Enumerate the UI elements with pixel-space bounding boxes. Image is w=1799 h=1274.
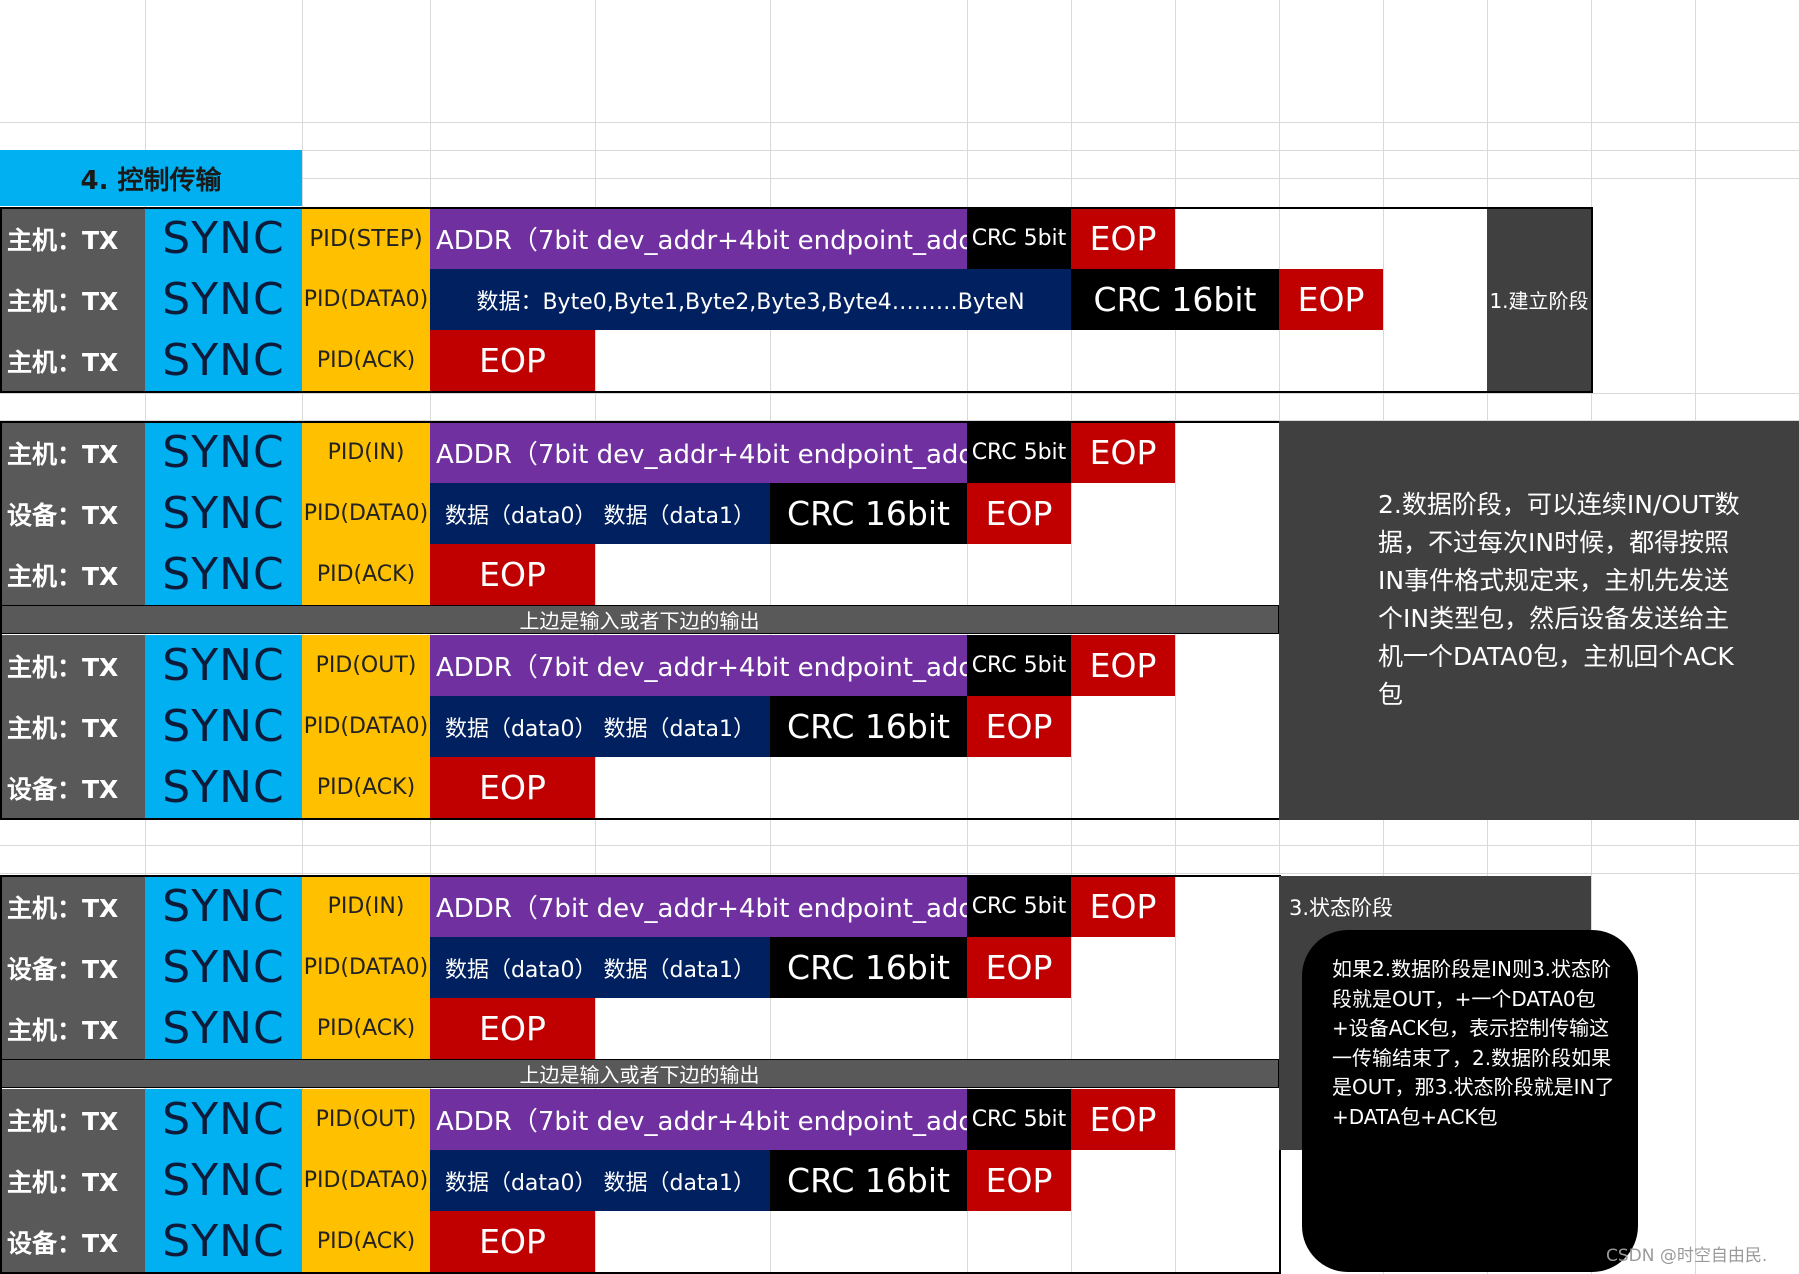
pid-field: PID(STEP) [302, 208, 430, 269]
row-role-label: 设备：TX [0, 937, 145, 998]
pid-field: PID(DATA0) [302, 696, 430, 757]
separator-row: 上边是输入或者下边的输出 [0, 605, 1279, 634]
eop-field: EOP [1071, 208, 1175, 269]
data-field: 数据（data0） 数据（data1） [430, 696, 770, 757]
page-title: 4. 控制传输 [0, 150, 302, 206]
eop-field: EOP [430, 544, 595, 605]
pid-field: PID(OUT) [302, 1089, 430, 1150]
grid-line [0, 393, 1799, 394]
crc5-field: CRC 5bit [967, 422, 1071, 483]
pid-field: PID(ACK) [302, 1211, 430, 1272]
sync-field: SYNC [145, 757, 302, 818]
pid-field: PID(DATA0) [302, 483, 430, 544]
addr-field: ADDR（7bit dev_addr+4bit endpoint_addr） [430, 208, 967, 269]
stage3-note-text: 如果2.数据阶段是IN则3.状态阶段就是OUT，+一个DATA0包+设备ACK包… [1332, 957, 1615, 1129]
sync-field: SYNC [145, 269, 302, 330]
sync-field: SYNC [145, 422, 302, 483]
eop-field: EOP [430, 998, 595, 1059]
row-role-label: 主机：TX [0, 998, 145, 1059]
row-role-label: 主机：TX [0, 544, 145, 605]
sync-field: SYNC [145, 1211, 302, 1272]
separator-row: 上边是输入或者下边的输出 [0, 1059, 1279, 1088]
row-role-label: 设备：TX [0, 1211, 145, 1272]
crc5-field: CRC 5bit [967, 635, 1071, 696]
crc16-field: CRC 16bit [770, 937, 967, 998]
crc5-field: CRC 5bit [967, 1089, 1071, 1150]
spreadsheet-canvas: 4. 控制传输 主机：TX SYNC PID(STEP) ADDR（7bit d… [0, 0, 1799, 1274]
data-field: 数据（data0） 数据（data1） [430, 1150, 770, 1211]
pid-field: PID(ACK) [302, 544, 430, 605]
pid-field: PID(DATA0) [302, 1150, 430, 1211]
watermark: CSDN @时空自由民. [1606, 1246, 1768, 1266]
crc16-field: CRC 16bit [770, 483, 967, 544]
row-role-label: 主机：TX [0, 1089, 145, 1150]
sync-field: SYNC [145, 696, 302, 757]
sync-field: SYNC [145, 937, 302, 998]
eop-field: EOP [967, 937, 1071, 998]
stage1-label: 1.建立阶段 [1487, 208, 1591, 391]
addr-field: ADDR（7bit dev_addr+4bit endpoint_addr） [430, 876, 967, 937]
row-role-label: 设备：TX [0, 483, 145, 544]
data-field: 数据：Byte0,Byte1,Byte2,Byte3,Byte4………ByteN [430, 269, 1071, 330]
grid-line [0, 873, 1799, 874]
eop-field: EOP [1279, 269, 1383, 330]
row-role-label: 主机：TX [0, 876, 145, 937]
eop-field: EOP [967, 1150, 1071, 1211]
stage2-description: 2.数据阶段，可以连续IN/OUT数据，不过每次IN时候，都得按照IN事件格式规… [1378, 490, 1740, 709]
grid-line [0, 122, 1799, 123]
eop-field: EOP [1071, 422, 1175, 483]
eop-field: EOP [1071, 1089, 1175, 1150]
crc5-field: CRC 5bit [967, 876, 1071, 937]
crc16-field: CRC 16bit [1071, 269, 1279, 330]
crc16-field: CRC 16bit [770, 1150, 967, 1211]
eop-field: EOP [430, 330, 595, 391]
row-role-label: 主机：TX [0, 635, 145, 696]
eop-field: EOP [1071, 635, 1175, 696]
pid-field: PID(ACK) [302, 998, 430, 1059]
row-role-label: 主机：TX [0, 696, 145, 757]
data-field: 数据（data0） 数据（data1） [430, 937, 770, 998]
sync-field: SYNC [145, 544, 302, 605]
pid-field: PID(OUT) [302, 635, 430, 696]
pid-field: PID(IN) [302, 876, 430, 937]
addr-field: ADDR（7bit dev_addr+4bit endpoint_addr） [430, 635, 967, 696]
pid-field: PID(DATA0) [302, 269, 430, 330]
crc5-field: CRC 5bit [967, 208, 1071, 269]
eop-field: EOP [430, 1211, 595, 1272]
sync-field: SYNC [145, 483, 302, 544]
row-role-label: 主机：TX [0, 1150, 145, 1211]
row-role-label: 主机：TX [0, 330, 145, 391]
sync-field: SYNC [145, 1089, 302, 1150]
eop-field: EOP [430, 757, 595, 818]
row-role-label: 设备：TX [0, 757, 145, 818]
grid-line [0, 845, 1799, 846]
pid-field: PID(ACK) [302, 757, 430, 818]
sync-field: SYNC [145, 635, 302, 696]
eop-field: EOP [1071, 876, 1175, 937]
pid-field: PID(DATA0) [302, 937, 430, 998]
eop-field: EOP [967, 483, 1071, 544]
data-field: 数据（data0） 数据（data1） [430, 483, 770, 544]
crc16-field: CRC 16bit [770, 696, 967, 757]
row-role-label: 主机：TX [0, 208, 145, 269]
pid-field: PID(IN) [302, 422, 430, 483]
row-role-label: 主机：TX [0, 422, 145, 483]
addr-field: ADDR（7bit dev_addr+4bit endpoint_addr） [430, 422, 967, 483]
sync-field: SYNC [145, 208, 302, 269]
sync-field: SYNC [145, 330, 302, 391]
addr-field: ADDR（7bit dev_addr+4bit endpoint_addr） [430, 1089, 967, 1150]
sync-field: SYNC [145, 1150, 302, 1211]
sync-field: SYNC [145, 876, 302, 937]
eop-field: EOP [967, 696, 1071, 757]
sync-field: SYNC [145, 998, 302, 1059]
pid-field: PID(ACK) [302, 330, 430, 391]
row-role-label: 主机：TX [0, 269, 145, 330]
stage3-label: 3.状态阶段 [1289, 896, 1394, 920]
